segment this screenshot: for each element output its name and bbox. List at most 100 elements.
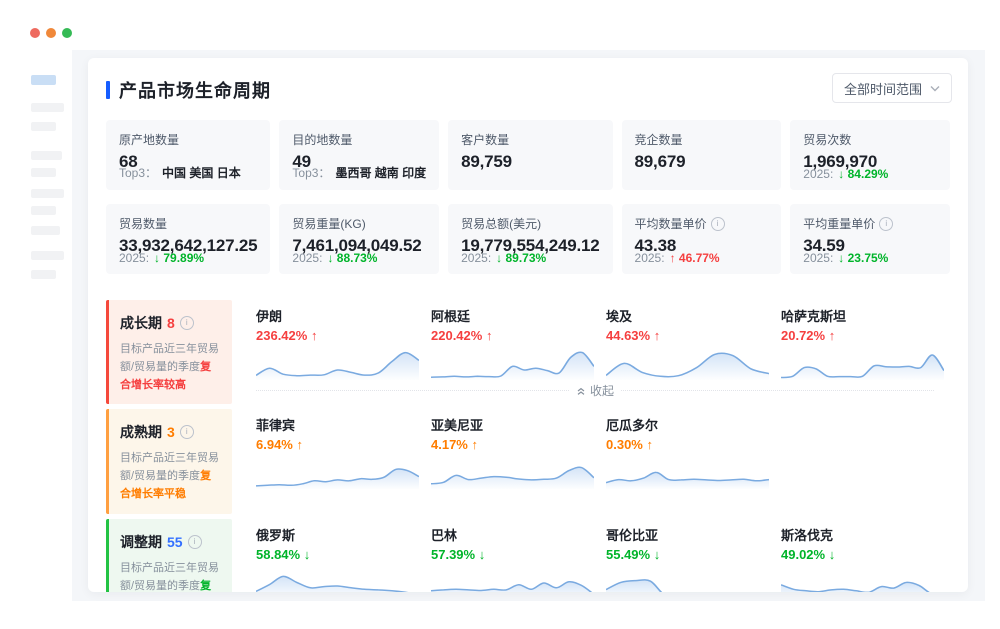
country-change-pct: 0.30% ↑ [606, 437, 769, 452]
arrow-up-icon: ↑ [643, 437, 653, 452]
main-panel: 产品市场生命周期 全部时间范围 原产地数量68Top3：中国 美国 日本目的地数… [88, 58, 968, 592]
sidebar-item[interactable] [31, 122, 56, 131]
arrow-up-icon: ↑ [468, 437, 478, 452]
section-name: 调整期 [120, 532, 162, 552]
stat-card-label-text: 贸易数量 [119, 215, 167, 232]
stat-card-label: 贸易次数 [803, 131, 937, 148]
stat-card-top3: Top3： 墨西哥 越南 印度 [292, 164, 426, 181]
stat-card-label: 贸易数量 [119, 215, 257, 232]
info-icon[interactable]: i [879, 217, 893, 231]
country-name: 亚美尼亚 [431, 415, 594, 434]
country-name: 埃及 [606, 306, 769, 325]
arrow-down-icon: ↓ [475, 547, 485, 562]
sidebar-item[interactable] [31, 251, 64, 260]
stat-card-label-text: 贸易重量(KG) [292, 215, 365, 232]
stat-card-label: 原产地数量 [119, 131, 257, 148]
section-toggle-row: 收起 [256, 382, 934, 399]
stat-card-label-text: 客户数量 [461, 131, 509, 148]
section-description: 目标产品近三年贸易额/贸易量的季度复合增长率平稳 [120, 450, 222, 503]
stat-card-yoy: 2025:↑ 46.77% [635, 251, 720, 265]
sidebar-item-active[interactable] [31, 75, 56, 85]
trend-sparkline-chart [431, 346, 594, 380]
trend-sparkline-chart [606, 346, 769, 380]
info-icon[interactable]: i [711, 217, 725, 231]
country-chart-grid: 俄罗斯58.84% ↓巴林57.39% ↓哥伦比亚55.49% ↓斯洛伐克49.… [240, 525, 950, 592]
section-label-card: 成长期8i目标产品近三年贸易额/贸易量的季度复合增长率较高 [106, 300, 232, 404]
sidebar-item[interactable] [31, 103, 64, 112]
arrow-down-icon: ↓ [300, 547, 310, 562]
arrow-up-icon: ↑ [307, 328, 317, 343]
arrow-down-icon: ↓ [327, 251, 333, 265]
yoy-year-label: 2025: [803, 167, 833, 181]
info-icon[interactable]: i [180, 425, 194, 439]
collapse-button[interactable]: 收起 [576, 382, 614, 399]
country-name: 阿根廷 [431, 306, 594, 325]
arrow-up-icon: ↑ [670, 251, 676, 265]
stat-card-label: 贸易总额(美元) [461, 215, 599, 232]
sidebar-item[interactable] [31, 151, 62, 160]
country-trend-cell: 埃及44.63% ↑ [606, 306, 769, 380]
stat-card-label: 竞企数量 [635, 131, 769, 148]
country-change-pct: 49.02% ↓ [781, 547, 944, 562]
sidebar-item[interactable] [31, 189, 64, 198]
stat-card-label-text: 目的地数量 [292, 131, 352, 148]
stat-card-label: 客户数量 [461, 131, 599, 148]
country-name: 俄罗斯 [256, 525, 419, 544]
country-trend-cell: 哈萨克斯坦20.72% ↑ [781, 306, 944, 380]
country-change-pct: 6.94% ↑ [256, 437, 419, 452]
stat-card: 贸易重量(KG)7,461,094,049.522025:↓ 88.73% [279, 204, 439, 274]
minimize-window-button[interactable] [46, 28, 56, 38]
country-change-pct: 20.72% ↑ [781, 328, 944, 343]
stat-card-label-text: 竞企数量 [635, 131, 683, 148]
title-accent-bar [106, 81, 110, 99]
info-icon[interactable]: i [180, 316, 194, 330]
arrow-down-icon: ↓ [496, 251, 502, 265]
trend-sparkline-chart [256, 346, 419, 380]
info-icon[interactable]: i [188, 535, 202, 549]
lifecycle-section: 成熟期3i 目标产品近三年贸易额/贸易量的季度复合增长率平稳菲律宾6.94% ↑ 亚… [106, 409, 950, 513]
section-charts-area: 俄罗斯58.84% ↓巴林57.39% ↓哥伦比亚55.49% ↓斯洛伐克49.… [240, 519, 950, 592]
panel-header: 产品市场生命周期 全部时间范围 [88, 58, 968, 103]
arrow-down-icon: ↓ [650, 547, 660, 562]
arrow-down-icon: ↓ [838, 251, 844, 265]
arrow-up-icon: ↑ [293, 437, 303, 452]
yoy-year-label: 2025: [292, 251, 322, 265]
section-title-row: 成长期8i [120, 313, 222, 333]
stat-card-label-text: 贸易次数 [803, 131, 851, 148]
sidebar [0, 50, 72, 629]
country-name: 斯洛伐克 [781, 525, 944, 544]
zoom-window-button[interactable] [62, 28, 72, 38]
yoy-year-label: 2025: [635, 251, 665, 265]
stat-card: 平均数量单价i43.382025:↑ 46.77% [622, 204, 782, 274]
stat-card-label: 目的地数量 [292, 131, 426, 148]
stat-card-yoy: 2025:↓ 79.89% [119, 251, 204, 265]
country-chart-grid: 菲律宾6.94% ↑亚美尼亚4.17% ↑厄瓜多尔0.30% ↑ [240, 415, 950, 489]
dotted-divider [621, 390, 934, 391]
yoy-value: ↓ 88.73% [327, 251, 377, 265]
window-controls [30, 28, 72, 38]
top3-label: Top3： [292, 164, 330, 181]
country-name: 哥伦比亚 [606, 525, 769, 544]
country-trend-cell: 俄罗斯58.84% ↓ [256, 525, 419, 592]
country-name: 伊朗 [256, 306, 419, 325]
section-charts-area: 菲律宾6.94% ↑亚美尼亚4.17% ↑厄瓜多尔0.30% ↑ [240, 409, 950, 513]
stat-card-yoy: 2025:↓ 23.75% [803, 251, 888, 265]
section-description-highlight: 复合增长率平稳 [120, 470, 211, 500]
stat-card-label-text: 平均重量单价 [803, 215, 875, 232]
sidebar-item[interactable] [31, 206, 56, 215]
top3-value: 墨西哥 越南 印度 [335, 164, 426, 181]
country-trend-cell: 厄瓜多尔0.30% ↑ [606, 415, 769, 489]
stat-card: 贸易数量33,932,642,127.252025:↓ 79.89% [106, 204, 270, 274]
time-range-select[interactable]: 全部时间范围 [832, 73, 952, 103]
arrow-down-icon: ↓ [154, 251, 160, 265]
section-title-row: 成熟期3i [120, 422, 222, 442]
sidebar-item[interactable] [31, 168, 56, 177]
country-change-pct: 236.42% ↑ [256, 328, 419, 343]
sidebar-item[interactable] [31, 270, 56, 279]
close-window-button[interactable] [30, 28, 40, 38]
country-trend-cell: 菲律宾6.94% ↑ [256, 415, 419, 489]
trend-sparkline-chart [256, 565, 419, 592]
section-accent-bar [106, 409, 109, 513]
top3-label: Top3： [119, 164, 157, 181]
sidebar-item[interactable] [31, 226, 60, 235]
